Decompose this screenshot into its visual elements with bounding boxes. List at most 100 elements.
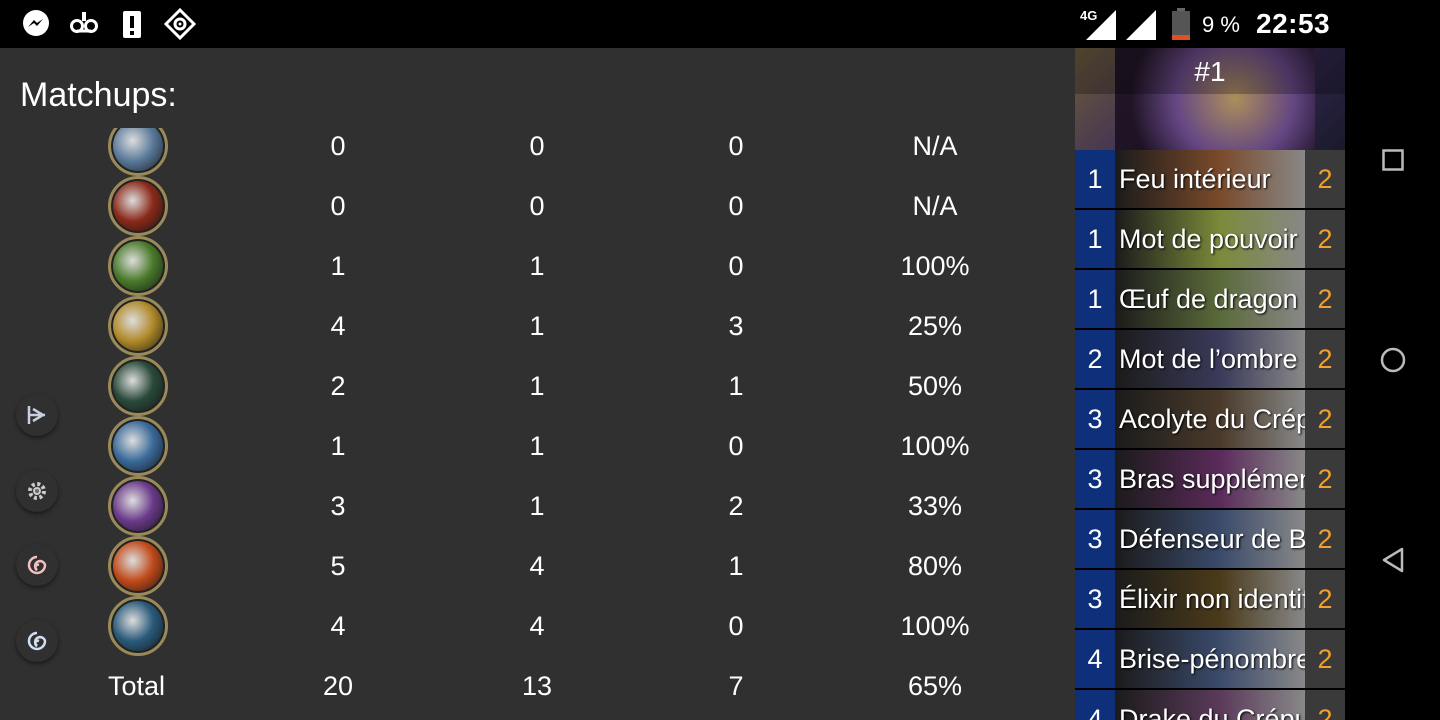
deck-card-row[interactable]: 1 Mot de pouvoir 2 xyxy=(1075,210,1345,268)
card-cost: 2 xyxy=(1075,330,1115,388)
hunter-class-icon xyxy=(108,236,168,296)
card-cost: 3 xyxy=(1075,510,1115,568)
losses-cell: 0 xyxy=(728,251,744,281)
games-cell: 4 xyxy=(330,311,346,341)
player-tracker-button[interactable] xyxy=(16,620,58,662)
hearthstone-player-icon xyxy=(27,631,47,651)
games-cell: 3 xyxy=(330,491,346,521)
winrate-cell: 33% xyxy=(907,491,963,521)
table-row: 4 1 3 25% xyxy=(0,296,1075,356)
warrior-class-icon xyxy=(108,128,168,176)
location-icon xyxy=(164,6,196,42)
hsreplay-icon xyxy=(27,406,46,424)
recents-button[interactable] xyxy=(1373,140,1413,180)
status-indicators: 4G 9 % 22:53 xyxy=(1080,4,1340,44)
wins-cell: 1 xyxy=(529,491,545,521)
status-bar: 4G 9 % 22:53 xyxy=(0,0,1440,48)
winrate-cell: 100% xyxy=(900,431,970,461)
total-winrate: 65% xyxy=(907,671,963,701)
deck-card-row[interactable]: 4Drake du Crépuscule2 xyxy=(1075,690,1345,720)
back-button[interactable] xyxy=(1373,540,1413,580)
hsreplay-button[interactable] xyxy=(16,394,58,436)
games-cell: 5 xyxy=(330,551,346,581)
table-row: 2 1 1 50% xyxy=(0,356,1075,416)
card-name: Brise-pénombre xyxy=(1119,644,1305,674)
signal-icon-1 xyxy=(1086,10,1116,40)
winrate-cell: 100% xyxy=(900,611,970,641)
deck-card-row[interactable]: 2 Mot de l’ombre 2 xyxy=(1075,330,1345,388)
card-cost: 1 xyxy=(1075,150,1115,208)
card-name: Défenseur de Bronze xyxy=(1119,524,1305,554)
games-cell: 1 xyxy=(330,251,346,281)
card-count: 2 xyxy=(1305,150,1345,208)
table-row: 0 0 0 N/A xyxy=(0,128,1075,176)
total-row: Total 20 13 7 65% xyxy=(0,656,1075,716)
card-cost: 3 xyxy=(1075,570,1115,628)
navigation-bar xyxy=(1345,0,1440,720)
losses-cell: 0 xyxy=(728,191,744,221)
voicemail-icon xyxy=(68,6,100,42)
card-count: 2 xyxy=(1305,630,1345,688)
deck-card-row[interactable]: 4 Brise-pénombre 2 xyxy=(1075,630,1345,688)
losses-cell: 1 xyxy=(728,551,744,581)
deck-card-row[interactable]: 3Défenseur de Bronze2 xyxy=(1075,510,1345,568)
home-button[interactable] xyxy=(1373,340,1413,380)
back-icon xyxy=(1382,547,1404,573)
page-title: Matchups: xyxy=(20,76,177,114)
druid-class-icon xyxy=(108,596,168,656)
deck-title: #1 xyxy=(1194,56,1226,87)
total-games: 20 xyxy=(322,671,354,701)
losses-cell: 1 xyxy=(728,371,744,401)
winrate-cell: N/A xyxy=(912,191,958,221)
games-cell: 1 xyxy=(330,431,346,461)
wins-cell: 1 xyxy=(529,371,545,401)
total-wins: 13 xyxy=(521,671,553,701)
deck-card-row[interactable]: 1 Œuf de dragon 2 xyxy=(1075,270,1345,328)
deck-card-row[interactable]: 3Bras supplémentaires2 xyxy=(1075,450,1345,508)
wins-cell: 4 xyxy=(529,551,545,581)
losses-cell: 0 xyxy=(728,611,744,641)
losses-cell: 2 xyxy=(728,491,744,521)
table-row: 5 4 1 80% xyxy=(0,536,1075,596)
table-row: 0 0 0 N/A xyxy=(0,176,1075,236)
settings-button[interactable] xyxy=(16,470,58,512)
card-name: Œuf de dragon xyxy=(1119,284,1298,314)
card-cost: 4 xyxy=(1075,630,1115,688)
opponent-tracker-button[interactable] xyxy=(16,544,58,586)
wins-cell: 1 xyxy=(529,431,545,461)
deck-card-row[interactable]: 3Acolyte du Crépuscule2 xyxy=(1075,390,1345,448)
card-count: 2 xyxy=(1305,270,1345,328)
games-cell: 2 xyxy=(330,371,346,401)
card-cost: 1 xyxy=(1075,210,1115,268)
card-cost: 3 xyxy=(1075,450,1115,508)
battery-percent: 9 % xyxy=(1202,12,1240,37)
messenger-icon xyxy=(20,6,52,42)
winrate-cell: 50% xyxy=(907,371,963,401)
deck-card-row[interactable]: 1 Feu intérieur 2 xyxy=(1075,150,1345,208)
card-name: Mot de pouvoir xyxy=(1119,224,1298,254)
deck-panel[interactable]: #1 1 Feu intérieur 2 1 Mot de pouvoir 2 1 Œuf d… xyxy=(1075,48,1345,720)
games-cell: 0 xyxy=(330,191,346,221)
card-count: 2 xyxy=(1305,390,1345,448)
priest-class-icon xyxy=(108,476,168,536)
card-count: 2 xyxy=(1305,210,1345,268)
battery-icon xyxy=(1172,8,1190,40)
table-row: 4 4 0 100% xyxy=(0,596,1075,656)
deck-card-row[interactable]: 3Élixir non identifié2 xyxy=(1075,570,1345,628)
wins-cell: 0 xyxy=(529,131,545,161)
card-cost: 1 xyxy=(1075,270,1115,328)
wins-cell: 1 xyxy=(529,251,545,281)
card-count: 2 xyxy=(1305,330,1345,388)
losses-cell: 3 xyxy=(728,311,744,341)
winrate-cell: N/A xyxy=(912,131,958,161)
wins-cell: 0 xyxy=(529,191,545,221)
card-name: Drake du Crépuscule xyxy=(1119,704,1305,720)
total-label: Total xyxy=(108,671,166,701)
deck-header[interactable]: #1 xyxy=(1075,48,1345,150)
shaman-class-icon xyxy=(108,416,168,476)
card-name: Acolyte du Crépuscule xyxy=(1119,404,1305,434)
total-losses: 7 xyxy=(728,671,744,701)
warlock-class-icon xyxy=(108,176,168,236)
card-cost: 4 xyxy=(1075,690,1115,720)
card-name: Bras supplémentaires xyxy=(1119,464,1305,494)
